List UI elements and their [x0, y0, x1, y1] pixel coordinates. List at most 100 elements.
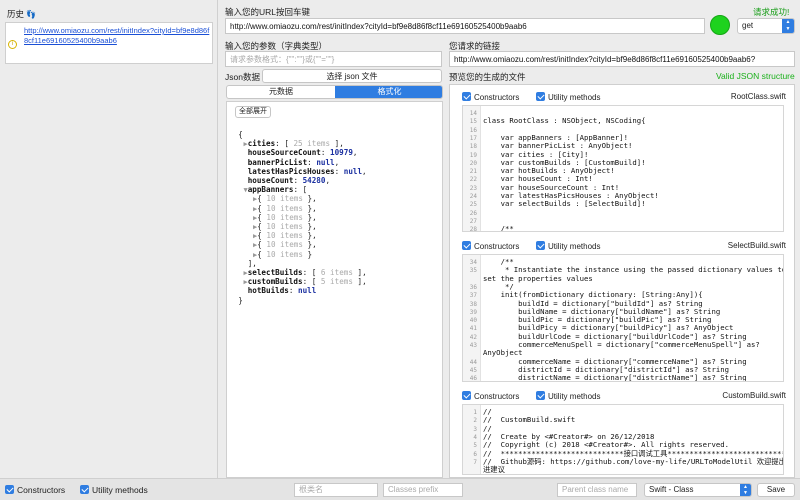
tab-formatted[interactable]: 格式化: [335, 86, 442, 98]
params-input[interactable]: 请求参数格式：{"":""}或{""=""}: [225, 51, 442, 67]
preview-label: 预览您的生成的文件: [449, 72, 526, 82]
json-label: Json数据: [225, 72, 260, 82]
json-comma: ,: [325, 176, 331, 185]
request-link-field[interactable]: http://www.omiaozu.com/rest/initIndex?ci…: [449, 51, 795, 67]
tab-raw[interactable]: 元数据: [227, 86, 335, 98]
json-tree-row: {: [234, 130, 243, 140]
json-colon: :: [334, 166, 344, 176]
json-comma: ,: [334, 157, 340, 167]
preview-area: Constructors Utility methods RootClass.swi…: [449, 84, 795, 478]
status-text: 请求成功!: [753, 7, 790, 17]
line-number: 28: [469, 226, 477, 232]
json-key: hotBuilds: [247, 286, 289, 296]
utility-label: Utility methods: [548, 93, 601, 102]
json-key: customBuilds: [247, 277, 303, 287]
bottom-bar: Constructors Utility methods 根类名 Classes…: [0, 478, 800, 500]
json-bracket: {: [238, 130, 243, 139]
json-tree-row[interactable]: ▶{ 10 items }: [253, 250, 312, 260]
utility-checkbox[interactable]: Utility methods: [536, 92, 600, 102]
json-bracket: }: [302, 249, 313, 259]
json-key: cities: [247, 139, 276, 149]
json-bracket: },: [302, 203, 317, 213]
bottom-constructors-checkbox[interactable]: Constructors: [5, 485, 65, 495]
json-bracket: {: [257, 222, 267, 231]
json-bracket: {: [257, 240, 267, 250]
file-name: RootClass.swift: [730, 92, 786, 101]
json-tabs: 元数据 格式化: [226, 85, 443, 99]
json-collapsed-count: 10 items: [266, 231, 303, 241]
file-name: CustomBuild.swift: [722, 391, 786, 400]
history-title: 历史 👣: [7, 9, 36, 19]
method-select[interactable]: get ▲ ▼: [737, 18, 795, 34]
json-collapsed-count: 5 items: [320, 277, 353, 287]
json-colon: :: [275, 139, 285, 149]
utility-checkbox[interactable]: Utility methods: [536, 391, 600, 401]
select-json-button[interactable]: 选择 json 文件: [262, 69, 442, 83]
json-colon: :: [293, 176, 303, 185]
json-bracket: [: [311, 277, 321, 287]
json-null: null: [298, 286, 317, 296]
checkbox-checked-icon: [462, 241, 471, 250]
json-bracket: [: [302, 185, 308, 195]
json-colon: :: [307, 157, 317, 167]
json-bracket: {: [257, 212, 267, 222]
code-view[interactable]: 1//2// CustomBuild.swift 3//4// Create by…: [462, 404, 784, 475]
json-tree-view: 全部展开 {▶cities: [ 25 items ], houseSource…: [226, 101, 443, 478]
json-bracket: },: [302, 231, 317, 241]
json-bracket: ],: [330, 139, 344, 149]
utility-label: Utility methods: [548, 242, 601, 251]
json-bracket: }: [238, 295, 243, 305]
json-tree-row: }: [234, 296, 243, 306]
code-text: /**: [483, 224, 514, 232]
json-colon: :: [320, 148, 331, 158]
json-key: appBanners: [247, 185, 294, 195]
json-bracket: {: [257, 194, 267, 204]
classes-prefix-input[interactable]: Classes prefix: [383, 483, 463, 497]
footprint-icon: 👣: [26, 10, 36, 19]
json-bracket: },: [302, 240, 317, 250]
file-panel-header: Constructors Utility methods SelectBuild.s…: [450, 238, 794, 252]
url-label: 输入您的URL按回车键: [225, 7, 311, 17]
language-select[interactable]: Swift - Class ▲ ▼: [644, 483, 752, 497]
constructors-checkbox[interactable]: Constructors: [462, 241, 519, 251]
json-key: selectBuilds: [247, 268, 303, 277]
json-bracket: },: [302, 194, 317, 204]
constructors-label: Constructors: [474, 242, 520, 251]
valid-json-label: Valid JSON structure: [716, 71, 795, 81]
json-collapsed-count: 6 items: [320, 268, 353, 277]
code-view[interactable]: 34 /** 35 * Instantiate the instance usin…: [462, 254, 784, 382]
expand-all-button[interactable]: 全部展开: [235, 106, 271, 118]
root-class-name-input[interactable]: 根类名: [294, 483, 378, 497]
utility-checkbox[interactable]: Utility methods: [536, 241, 600, 251]
dropdown-arrows-icon: ▲ ▼: [740, 484, 751, 496]
code-line: 47 districtUrlCode = dictionary["distric…: [463, 382, 783, 383]
constructors-checkbox[interactable]: Constructors: [462, 391, 519, 401]
checkbox-checked-icon: [5, 485, 14, 494]
json-comma: ,: [362, 166, 367, 176]
dropdown-arrows-icon: ▲ ▼: [782, 19, 794, 33]
json-colon: :: [293, 185, 303, 195]
save-button[interactable]: Save: [757, 483, 795, 497]
json-bracket: },: [302, 212, 317, 222]
json-collapsed-count: 25 items: [293, 139, 331, 149]
json-bracket: ],: [352, 268, 367, 277]
json-key: houseCount: [247, 176, 294, 185]
checkbox-checked-icon: [536, 391, 545, 400]
json-key: houseSourceCount: [247, 148, 321, 158]
json-bracket: {: [257, 203, 267, 213]
parent-class-input[interactable]: Parent class name: [557, 483, 637, 497]
json-bracket: {: [257, 249, 267, 259]
history-info-icon[interactable]: i: [8, 40, 17, 49]
constructors-checkbox[interactable]: Constructors: [462, 92, 519, 102]
checkbox-checked-icon: [536, 92, 545, 101]
history-entry[interactable]: http://www.omiaozu.com/rest/initIndex?ci…: [24, 26, 210, 45]
code-view[interactable]: 14 15 class RootClass : NSObject, NSCoding…: [462, 105, 784, 232]
code-text: 进建议: [483, 465, 505, 475]
url-input[interactable]: http://www.omiaozu.com/rest/initIndex?ci…: [225, 18, 705, 34]
json-colon: :: [302, 268, 312, 277]
bottom-utility-checkbox[interactable]: Utility methods: [80, 485, 148, 495]
json-bracket: },: [302, 222, 317, 231]
checkbox-checked-icon: [536, 241, 545, 250]
code-line: 进建议: [463, 465, 783, 474]
json-collapsed-count: 10 items: [266, 222, 303, 231]
